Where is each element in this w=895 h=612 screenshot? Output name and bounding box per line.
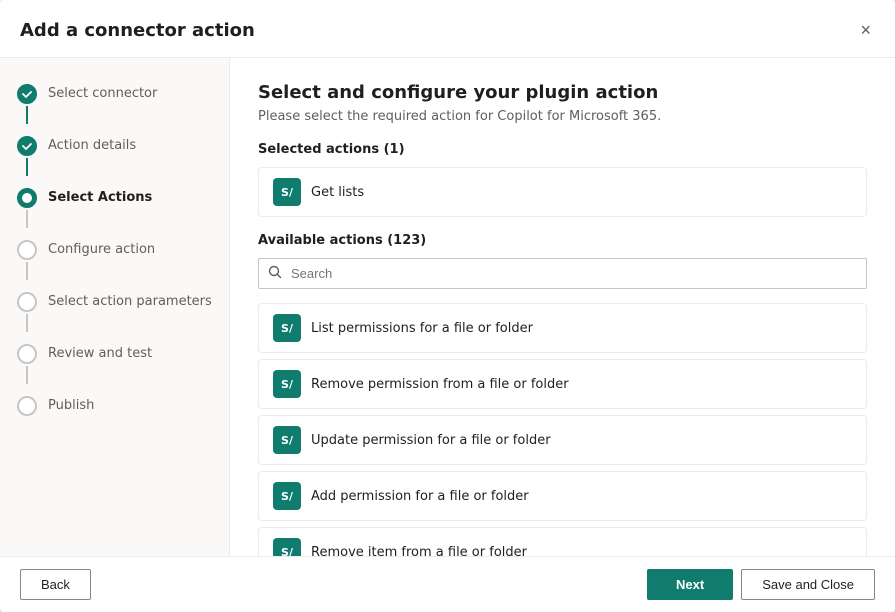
modal-title: Add a connector action	[20, 20, 255, 41]
step-circle-publish	[17, 396, 37, 416]
search-wrap	[258, 258, 867, 289]
step-label-action-details: Action details	[48, 136, 136, 155]
modal-header: Add a connector action ×	[0, 0, 895, 58]
sidebar-item-select-action-parameters: Select action parameters	[0, 286, 229, 338]
action-row[interactable]: S/ Add permission for a file or folder	[258, 471, 867, 521]
action-row[interactable]: S/ Remove permission from a file or fold…	[258, 359, 867, 409]
main-content: Select and configure your plugin action …	[230, 58, 895, 556]
step-circle-action-details	[17, 136, 37, 156]
action-icon-3: S/	[273, 482, 301, 510]
action-label-3: Add permission for a file or folder	[311, 489, 529, 504]
search-icon	[268, 265, 282, 283]
sidebar-item-action-details: Action details	[0, 130, 229, 182]
add-connector-action-modal: Add a connector action × Select connecto…	[0, 0, 895, 612]
selected-actions-label: Selected actions (1)	[258, 142, 867, 157]
action-label-1: Remove permission from a file or folder	[311, 377, 569, 392]
step-label-select-action-parameters: Select action parameters	[48, 292, 212, 311]
sidebar-item-review-and-test: Review and test	[0, 338, 229, 390]
action-row[interactable]: S/ Update permission for a file or folde…	[258, 415, 867, 465]
step-circle-review-and-test	[17, 344, 37, 364]
step-label-configure-action: Configure action	[48, 240, 155, 259]
step-label-select-connector: Select connector	[48, 84, 157, 103]
search-input[interactable]	[258, 258, 867, 289]
step-label-select-actions: Select Actions	[48, 188, 152, 207]
step-label-publish: Publish	[48, 396, 94, 415]
action-icon-4: S/	[273, 538, 301, 556]
footer-right: Next Save and Close	[647, 569, 875, 600]
action-icon-2: S/	[273, 426, 301, 454]
selected-action-label: Get lists	[311, 185, 364, 200]
back-button[interactable]: Back	[20, 569, 91, 600]
sidebar-item-select-actions: Select Actions	[0, 182, 229, 234]
sidebar: Select connector Action details	[0, 58, 230, 556]
step-label-review-and-test: Review and test	[48, 344, 152, 363]
available-actions-list: S/ List permissions for a file or folder…	[258, 303, 867, 556]
selected-action-item: S/ Get lists	[258, 167, 867, 217]
scrollable-content: Available actions (123) S/ L	[258, 233, 867, 556]
modal-body: Select connector Action details	[0, 58, 895, 556]
content-subtitle: Please select the required action for Co…	[258, 109, 867, 124]
content-title: Select and configure your plugin action	[258, 82, 867, 103]
selected-action-icon: S/	[273, 178, 301, 206]
action-label-2: Update permission for a file or folder	[311, 433, 551, 448]
sidebar-item-select-connector: Select connector	[0, 78, 229, 130]
action-row[interactable]: S/ Remove item from a file or folder	[258, 527, 867, 556]
action-label-4: Remove item from a file or folder	[311, 545, 527, 557]
action-label-0: List permissions for a file or folder	[311, 321, 533, 336]
action-icon-1: S/	[273, 370, 301, 398]
step-circle-select-actions	[17, 188, 37, 208]
sidebar-item-configure-action: Configure action	[0, 234, 229, 286]
sidebar-item-publish: Publish	[0, 390, 229, 422]
available-actions-label: Available actions (123)	[258, 233, 867, 248]
save-close-button[interactable]: Save and Close	[741, 569, 875, 600]
action-row[interactable]: S/ List permissions for a file or folder	[258, 303, 867, 353]
action-icon-0: S/	[273, 314, 301, 342]
step-circle-select-action-parameters	[17, 292, 37, 312]
next-button[interactable]: Next	[647, 569, 733, 600]
modal-footer: Back Next Save and Close	[0, 556, 895, 612]
step-circle-select-connector	[17, 84, 37, 104]
step-circle-configure-action	[17, 240, 37, 260]
close-button[interactable]: ×	[856, 16, 875, 45]
